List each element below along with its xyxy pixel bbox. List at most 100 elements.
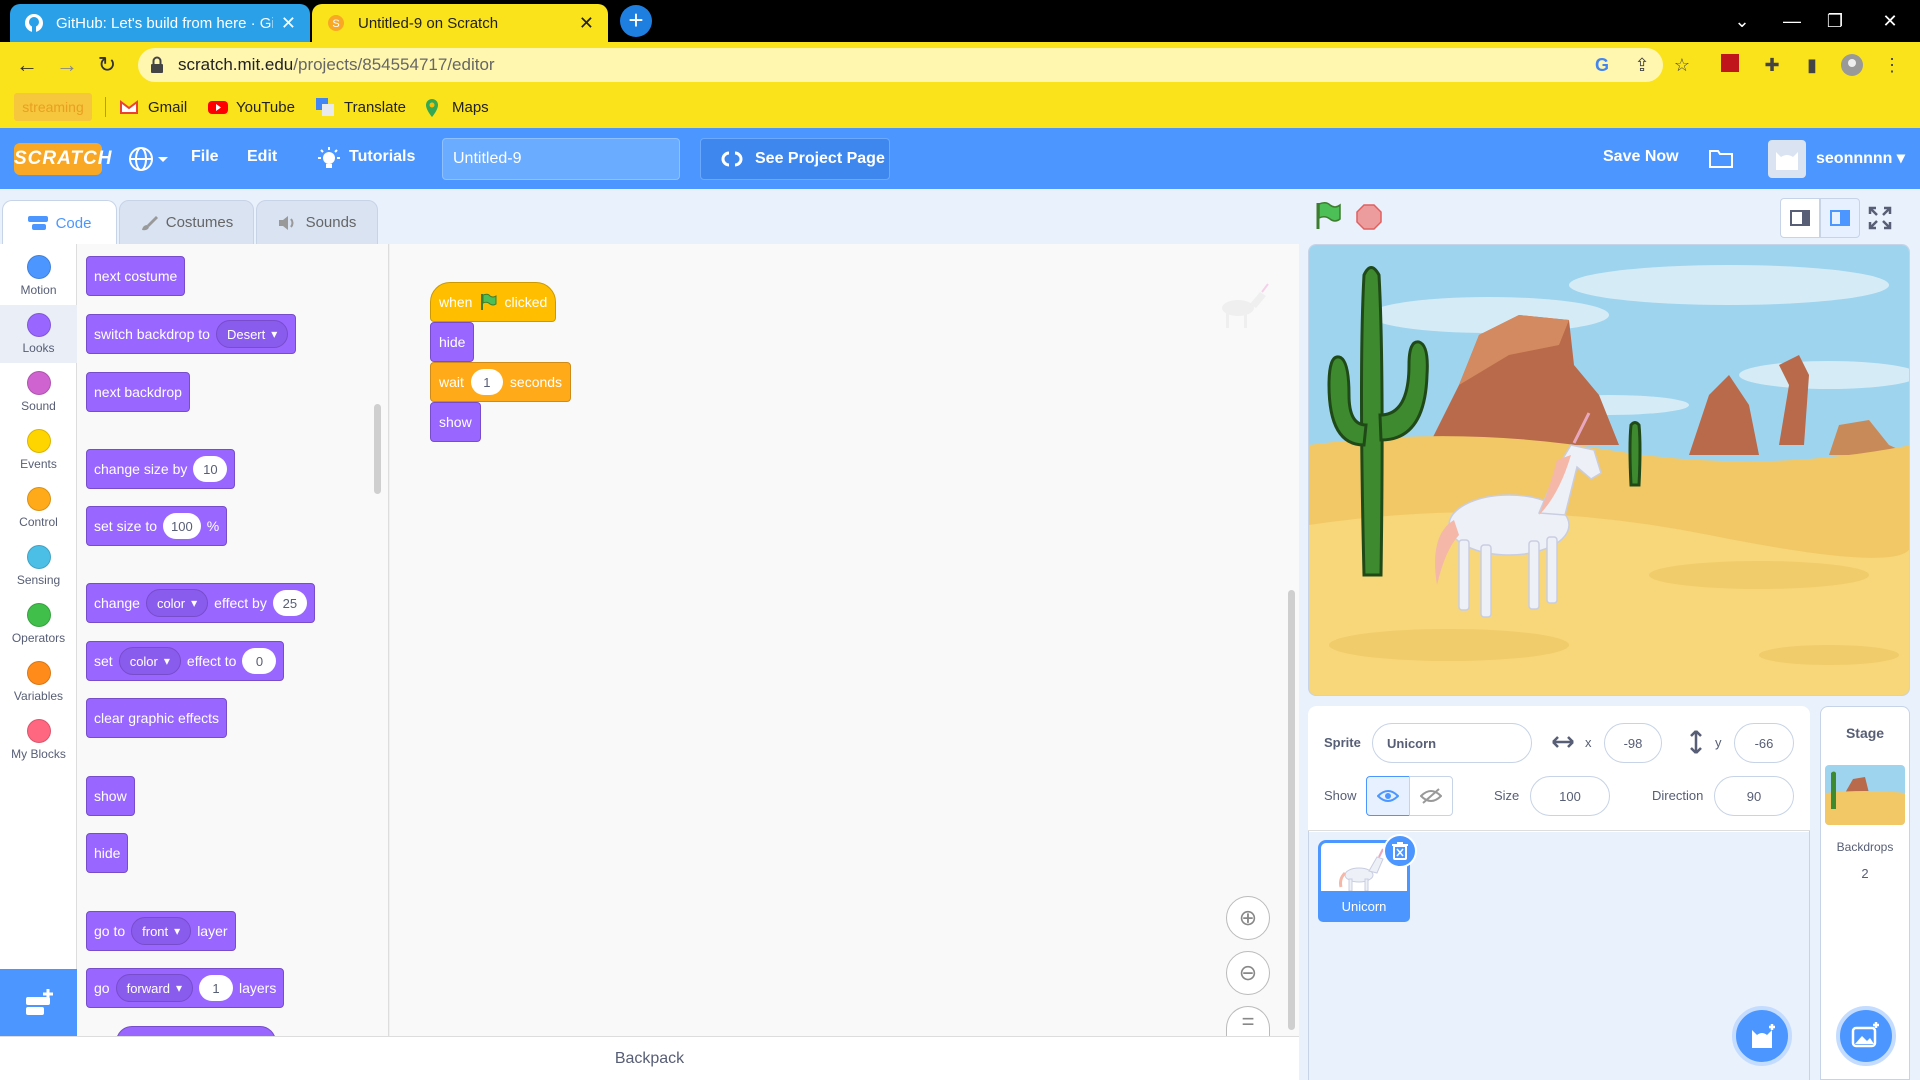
back-icon[interactable]: ← bbox=[12, 50, 42, 80]
sprite-name-input[interactable]: Unicorn bbox=[1372, 723, 1532, 763]
lock-icon[interactable] bbox=[150, 56, 164, 74]
tutorials-bulb-icon[interactable] bbox=[316, 146, 342, 172]
block-next-backdrop[interactable]: next backdrop bbox=[86, 372, 190, 412]
stop-button[interactable] bbox=[1355, 203, 1383, 231]
forward-icon[interactable]: → bbox=[52, 50, 82, 80]
size-set-input[interactable]: 100 bbox=[163, 513, 201, 539]
close-window-button[interactable]: ✕ bbox=[1860, 0, 1920, 42]
show-hidden-button[interactable] bbox=[1409, 776, 1453, 816]
tab-sounds[interactable]: Sounds bbox=[256, 200, 378, 245]
google-icon[interactable]: G bbox=[1590, 53, 1614, 77]
delete-sprite-button[interactable] bbox=[1383, 834, 1417, 868]
block-go-to-layer[interactable]: go to front layer bbox=[86, 911, 236, 951]
small-stage-button[interactable] bbox=[1780, 198, 1820, 238]
direction-input[interactable]: 90 bbox=[1714, 776, 1794, 816]
new-tab-button[interactable]: + bbox=[620, 5, 652, 37]
green-flag-button[interactable] bbox=[1312, 200, 1344, 232]
category-variables[interactable]: Variables bbox=[0, 653, 77, 711]
username-menu[interactable]: seonnnnn ▾ bbox=[1816, 148, 1905, 168]
category-events[interactable]: Events bbox=[0, 421, 77, 479]
block-set-size[interactable]: set size to 100% bbox=[86, 506, 228, 546]
category-my-blocks[interactable]: My Blocks bbox=[0, 711, 77, 769]
script-wait[interactable]: wait 1 seconds bbox=[430, 362, 572, 402]
script-when-flag-clicked[interactable]: when clicked bbox=[430, 282, 557, 322]
block-change-size[interactable]: change size by 10 bbox=[86, 449, 236, 489]
tab-costumes[interactable]: Costumes bbox=[119, 200, 254, 245]
tutorials-menu[interactable]: Tutorials bbox=[349, 148, 415, 166]
size-input[interactable]: 100 bbox=[1530, 776, 1610, 816]
extension-red-icon[interactable] bbox=[1720, 53, 1744, 77]
profile-avatar-icon[interactable] bbox=[1840, 53, 1864, 77]
stage-canvas[interactable] bbox=[1308, 244, 1910, 696]
block-palette: next costume switch backdrop to Desert ne… bbox=[77, 244, 389, 1036]
user-avatar[interactable] bbox=[1768, 140, 1806, 178]
normal-stage-button[interactable] bbox=[1820, 198, 1860, 238]
layer-dropdown[interactable]: front bbox=[131, 917, 192, 945]
block-switch-backdrop[interactable]: switch backdrop to Desert bbox=[86, 314, 297, 354]
block-go-layers[interactable]: go forward1 layers bbox=[86, 968, 285, 1008]
block-partial-reporter[interactable] bbox=[116, 1026, 276, 1036]
edit-menu[interactable]: Edit bbox=[247, 148, 277, 166]
share-icon[interactable]: ⇪ bbox=[1630, 53, 1654, 77]
effect-dropdown[interactable]: color bbox=[118, 647, 181, 675]
extensions-puzzle-icon[interactable]: ✚ bbox=[1760, 53, 1784, 77]
browser-tab-github[interactable]: GitHub: Let's build from here · Gi ✕ bbox=[10, 4, 310, 42]
scratch-logo[interactable]: SCRATCH bbox=[14, 143, 111, 175]
category-operators[interactable]: Operators bbox=[0, 595, 77, 653]
bookmark-streaming[interactable]: streaming bbox=[14, 93, 92, 121]
close-tab-icon[interactable]: ✕ bbox=[281, 13, 296, 34]
restore-button[interactable]: ❐ bbox=[1805, 0, 1865, 42]
choose-sprite-button[interactable] bbox=[1732, 1006, 1792, 1066]
fullscreen-icon[interactable] bbox=[1868, 206, 1892, 230]
block-change-effect[interactable]: change color effect by 25 bbox=[86, 583, 315, 623]
bookmark-translate[interactable]: Translate bbox=[316, 95, 406, 119]
zoom-in-button[interactable]: ⊕ bbox=[1226, 896, 1270, 940]
save-now-button[interactable]: Save Now bbox=[1603, 148, 1679, 166]
show-visible-button[interactable] bbox=[1366, 776, 1410, 816]
category-looks[interactable]: Looks bbox=[0, 305, 77, 363]
block-clear-effects[interactable]: clear graphic effects bbox=[86, 698, 228, 738]
script-show[interactable]: show bbox=[430, 402, 481, 442]
tab-code[interactable]: Code bbox=[2, 200, 117, 245]
category-control[interactable]: Control bbox=[0, 479, 77, 537]
file-menu[interactable]: File bbox=[191, 148, 219, 166]
browser-tab-scratch[interactable]: S Untitled-9 on Scratch ✕ bbox=[312, 4, 608, 42]
chrome-menu-icon[interactable]: ⋮ bbox=[1880, 53, 1904, 77]
y-input[interactable]: -66 bbox=[1734, 723, 1794, 763]
block-hide[interactable]: hide bbox=[86, 833, 129, 873]
stage-thumbnail[interactable] bbox=[1825, 765, 1905, 825]
block-show[interactable]: show bbox=[86, 776, 135, 816]
palette-scrollbar[interactable] bbox=[374, 404, 381, 494]
category-sensing[interactable]: Sensing bbox=[0, 537, 77, 595]
choose-backdrop-button[interactable] bbox=[1836, 1006, 1896, 1066]
language-globe-icon[interactable] bbox=[128, 146, 170, 172]
block-set-effect[interactable]: set color effect to 0 bbox=[86, 641, 285, 681]
script-hide[interactable]: hide bbox=[430, 322, 475, 362]
effect-change-input[interactable]: 25 bbox=[272, 590, 307, 616]
zoom-out-button[interactable]: ⊖ bbox=[1226, 951, 1270, 995]
direction-dropdown[interactable]: forward bbox=[115, 974, 193, 1002]
bookmark-maps[interactable]: Maps bbox=[424, 95, 489, 119]
effect-set-input[interactable]: 0 bbox=[242, 648, 277, 674]
my-stuff-folder-icon[interactable] bbox=[1708, 147, 1734, 169]
effect-dropdown[interactable]: color bbox=[145, 589, 209, 617]
backdrop-dropdown[interactable]: Desert bbox=[215, 320, 289, 348]
layers-input[interactable]: 1 bbox=[198, 975, 233, 1001]
bookmark-gmail[interactable]: Gmail bbox=[120, 95, 187, 119]
side-panel-icon[interactable]: ▮ bbox=[1800, 53, 1824, 77]
x-input[interactable]: -98 bbox=[1604, 723, 1662, 763]
reload-icon[interactable]: ↻ bbox=[92, 50, 122, 80]
bookmark-youtube[interactable]: YouTube bbox=[208, 95, 295, 119]
workspace-scrollbar[interactable] bbox=[1288, 590, 1295, 1030]
add-extension-button[interactable] bbox=[0, 969, 77, 1036]
backpack[interactable]: Backpack bbox=[0, 1036, 1299, 1080]
close-tab-icon[interactable]: ✕ bbox=[579, 13, 594, 34]
size-change-input[interactable]: 10 bbox=[193, 456, 228, 482]
wait-seconds-input[interactable]: 1 bbox=[470, 369, 503, 395]
category-sound[interactable]: Sound bbox=[0, 363, 77, 421]
see-project-page-button[interactable]: See Project Page bbox=[700, 138, 890, 180]
bookmark-star-icon[interactable]: ☆ bbox=[1670, 53, 1694, 77]
project-title-input[interactable]: Untitled-9 bbox=[442, 138, 680, 180]
category-motion[interactable]: Motion bbox=[0, 247, 77, 305]
block-next-costume[interactable]: next costume bbox=[86, 256, 186, 296]
